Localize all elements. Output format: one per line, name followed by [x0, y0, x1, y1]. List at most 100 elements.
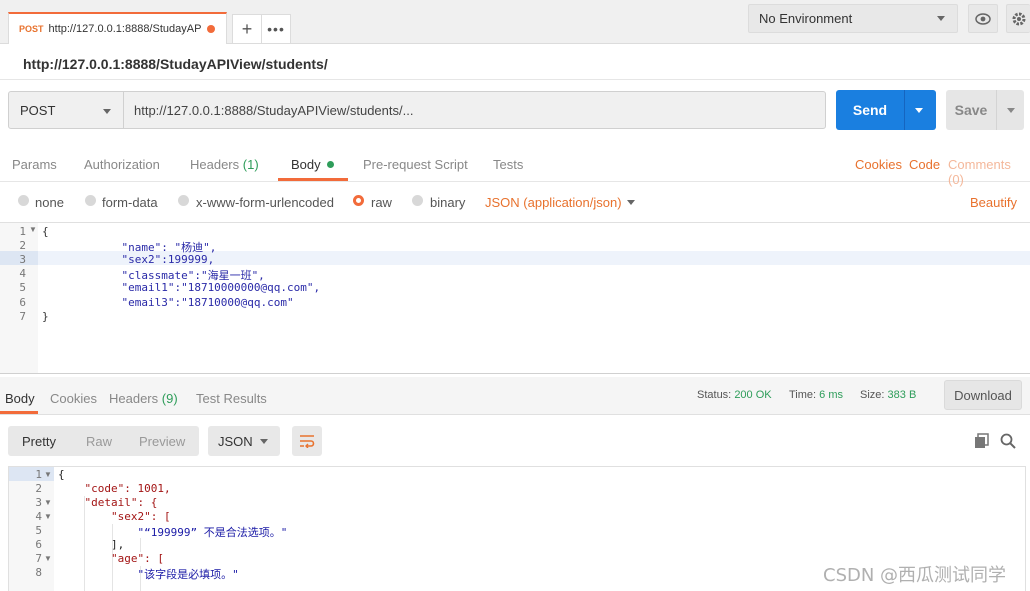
- line-number: 1: [35, 468, 42, 481]
- url-input[interactable]: [124, 91, 826, 129]
- code-line: }: [42, 309, 49, 323]
- method-select[interactable]: POST: [8, 91, 124, 129]
- radio-urlencoded-label[interactable]: x-www-form-urlencoded: [196, 195, 334, 210]
- request-title: http://127.0.0.1:8888/StudayAPIView/stud…: [23, 56, 328, 72]
- tab-tests[interactable]: Tests: [493, 157, 523, 172]
- save-button[interactable]: Save: [946, 90, 1024, 130]
- tab-method: POST: [19, 24, 44, 34]
- chevron-down-icon[interactable]: [1007, 107, 1015, 113]
- line-number: 5: [19, 281, 26, 295]
- search-icon: [1000, 433, 1016, 449]
- more-tabs-button[interactable]: •••: [261, 14, 291, 44]
- settings-button[interactable]: [1006, 4, 1030, 33]
- gear-icon: [1012, 12, 1025, 25]
- line-number: 3: [35, 496, 42, 509]
- chevron-down-icon[interactable]: [915, 107, 923, 113]
- search-button[interactable]: [1000, 433, 1016, 452]
- tab-body[interactable]: Body: [291, 157, 334, 172]
- fold-arrow-icon[interactable]: ▼: [44, 512, 52, 521]
- beautify-link[interactable]: Beautify: [970, 195, 1017, 210]
- line-number: 5: [35, 524, 42, 537]
- status-readout: Status: 200 OK: [697, 389, 772, 401]
- unsaved-dot-icon: [207, 25, 216, 33]
- body-indicator-icon: [326, 161, 334, 168]
- tab-authorization[interactable]: Authorization: [84, 157, 160, 172]
- radio-raw-label[interactable]: raw: [371, 195, 392, 210]
- wrap-lines-button[interactable]: [292, 426, 322, 456]
- tab-body-label: Body: [291, 157, 321, 172]
- new-tab-button[interactable]: +: [232, 14, 262, 44]
- line-number: 6: [35, 538, 42, 551]
- fold-arrow-icon[interactable]: ▼: [44, 554, 52, 563]
- response-tab-headers[interactable]: Headers (9): [109, 391, 178, 406]
- line-number: 3: [19, 253, 26, 267]
- tab-pre-request-script[interactable]: Pre-request Script: [363, 157, 468, 172]
- code-link[interactable]: Code: [909, 157, 940, 172]
- method-label: POST: [20, 102, 56, 118]
- radio-binary[interactable]: [412, 195, 423, 206]
- save-label: Save: [954, 102, 988, 118]
- response-tab-cookies[interactable]: Cookies: [50, 391, 97, 406]
- environment-quick-look-button[interactable]: [968, 4, 998, 33]
- chevron-down-icon: [937, 16, 945, 21]
- code-line: "detail": {: [58, 496, 158, 509]
- code-line: "sex2": [: [58, 510, 171, 523]
- response-tab-body[interactable]: Body: [5, 391, 35, 406]
- size-label: Size:: [860, 389, 885, 401]
- radio-none[interactable]: [18, 195, 29, 206]
- line-number: 2: [19, 239, 26, 253]
- code-line: {: [58, 468, 65, 481]
- code-line: "该字段是必填项。": [58, 568, 239, 581]
- code-line: "email3":"18710000@qq.com": [42, 295, 294, 309]
- send-button[interactable]: Send: [836, 90, 936, 130]
- request-tabs: Params Authorization Headers (1) Body Pr…: [0, 146, 1030, 187]
- download-button[interactable]: Download: [944, 380, 1022, 410]
- response-format-select[interactable]: JSON: [208, 426, 280, 456]
- preview-button[interactable]: Preview: [139, 434, 185, 449]
- time-readout: Time: 6 ms: [789, 389, 843, 401]
- request-tab[interactable]: POST http://127.0.0.1:8888/StudayAP: [8, 12, 227, 44]
- headers-count: (1): [242, 157, 259, 172]
- copy-icon: [975, 433, 989, 448]
- response-headers-count: (9): [161, 391, 178, 406]
- radio-binary-label[interactable]: binary: [430, 195, 465, 210]
- eye-icon: [975, 12, 991, 25]
- status-value: 200 OK: [734, 389, 772, 401]
- line-number: 4: [19, 267, 26, 281]
- radio-raw[interactable]: [353, 195, 364, 206]
- response-tab-test-results[interactable]: Test Results: [196, 391, 267, 406]
- fold-arrow-icon[interactable]: ▼: [29, 225, 37, 234]
- radio-urlencoded[interactable]: [178, 195, 189, 206]
- line-number: 6: [19, 295, 26, 309]
- raw-button[interactable]: Raw: [86, 434, 112, 449]
- code-line: "code": 1001,: [58, 482, 171, 495]
- time-value: 6 ms: [819, 389, 843, 401]
- cookies-link[interactable]: Cookies: [855, 157, 902, 172]
- code-line: "email1":"18710000000@qq.com",: [42, 281, 321, 295]
- tab-params[interactable]: Params: [12, 157, 57, 172]
- comments-link[interactable]: Comments (0): [948, 157, 1030, 187]
- tab-headers[interactable]: Headers (1): [190, 157, 259, 172]
- copy-button[interactable]: [974, 433, 990, 452]
- divider: [996, 90, 997, 130]
- size-value: 383 B: [887, 389, 917, 401]
- line-number: 1: [19, 225, 26, 238]
- content-type-select[interactable]: JSON (application/json): [485, 195, 622, 210]
- code-line: {: [42, 225, 49, 238]
- code-line: ],: [58, 538, 125, 551]
- line-number: 2: [35, 482, 42, 495]
- environment-select[interactable]: No Environment: [748, 4, 958, 33]
- chevron-down-icon[interactable]: [627, 200, 635, 205]
- radio-form-data-label[interactable]: form-data: [102, 195, 158, 210]
- fold-arrow-icon[interactable]: ▼: [44, 498, 52, 507]
- active-tab-indicator: [278, 178, 348, 181]
- pretty-button[interactable]: Pretty: [22, 434, 56, 449]
- active-tab-indicator: [0, 411, 38, 414]
- indent-guide: [140, 538, 141, 552]
- radio-none-label[interactable]: none: [35, 195, 64, 210]
- response-format-label: JSON: [218, 433, 253, 449]
- radio-form-data[interactable]: [85, 195, 96, 206]
- send-label: Send: [852, 102, 888, 118]
- chevron-down-icon: [260, 439, 268, 444]
- fold-arrow-icon[interactable]: ▼: [44, 470, 52, 479]
